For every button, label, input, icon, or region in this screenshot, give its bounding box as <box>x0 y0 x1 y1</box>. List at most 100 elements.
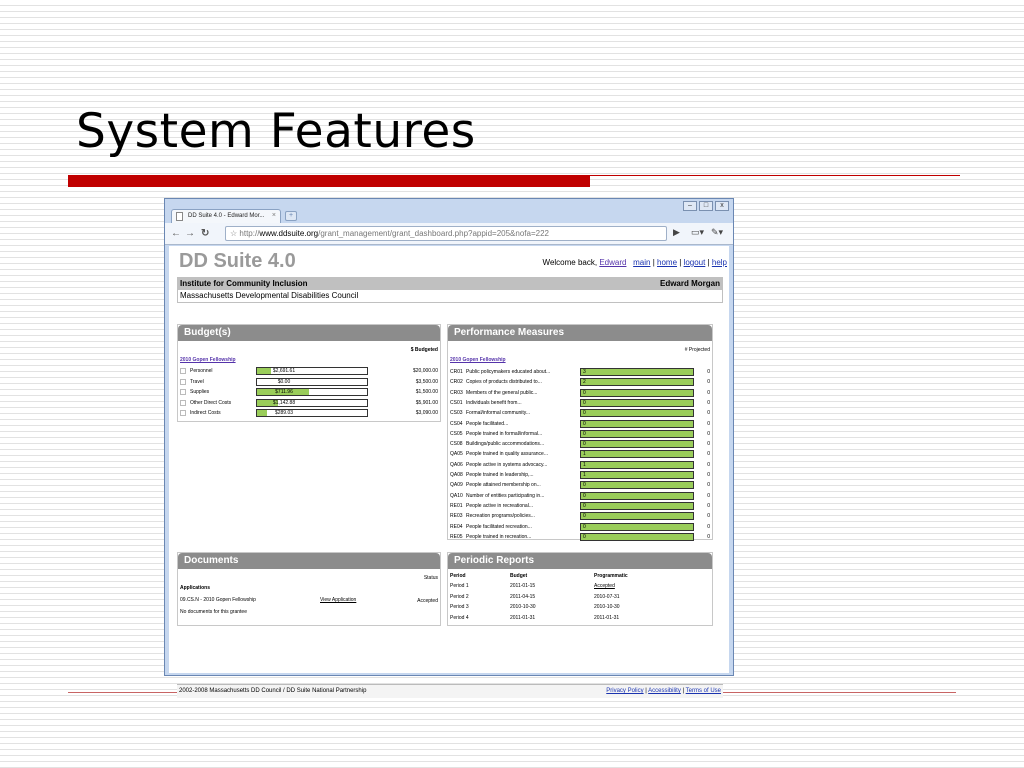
budget-panel: Budget(s) $ Budgeted 2010 Gopen Fellowsh… <box>177 324 441 422</box>
measure-projected: 0 <box>707 461 710 468</box>
measure-code: CR01 <box>450 369 463 375</box>
home-link[interactable]: home <box>657 258 677 267</box>
close-window-button[interactable]: x <box>715 201 729 211</box>
browser-tab[interactable]: DD Suite 4.0 - Edward Mor... × <box>171 209 281 223</box>
measure-projected: 0 <box>707 502 710 509</box>
measure-description: People trained in recreation... <box>466 533 532 540</box>
measure-projected: 0 <box>707 482 710 489</box>
measure-progress-fill <box>581 472 693 478</box>
performance-row: CS05 People trained in formal/informal...… <box>450 429 710 439</box>
budget-progress-bar: $0.00 <box>256 377 368 386</box>
user-link[interactable]: Edward <box>599 258 626 267</box>
row-checkbox[interactable] <box>180 389 186 395</box>
measure-code: CS05 <box>450 430 463 437</box>
measure-description: People facilitated... <box>466 420 509 427</box>
back-arrow-icon[interactable]: ← <box>171 227 181 241</box>
privacy-policy-link[interactable]: Privacy Policy <box>606 688 643 694</box>
performance-grant-link[interactable]: 2010 Gopen Fellowship <box>450 357 506 363</box>
row-checkbox[interactable] <box>180 399 186 406</box>
new-tab-button[interactable]: + <box>285 211 297 221</box>
budget-row: Personnel $2,691.61 $20,000.00 <box>180 367 438 376</box>
view-application-link[interactable]: View Application <box>320 597 356 603</box>
measure-progress-bar: 1 <box>580 450 694 459</box>
measure-code: CR03 <box>450 389 463 396</box>
measure-value: 1 <box>583 472 586 478</box>
measure-progress-bar: 0 <box>580 419 694 428</box>
measure-value: 0 <box>583 513 586 520</box>
measure-progress-bar: 0 <box>580 491 694 500</box>
report-period: Period 4 <box>450 614 469 621</box>
measure-description: Public policymakers educated about... <box>466 369 551 375</box>
measure-progress-fill <box>581 451 693 458</box>
measure-value: 0 <box>583 389 586 396</box>
budget-spent: $2,691.61 <box>272 368 296 374</box>
measure-progress-bar: 0 <box>580 512 694 521</box>
row-checkbox[interactable] <box>180 378 186 385</box>
measure-value: 1 <box>583 451 586 458</box>
star-icon[interactable]: ☆ <box>230 229 239 238</box>
measure-projected: 0 <box>707 472 710 478</box>
budget-amount: $5,901.00 <box>415 399 438 406</box>
measure-progress-fill <box>581 523 693 530</box>
forward-arrow-icon[interactable]: → <box>185 227 195 241</box>
performance-row: QA09 People attained membership on... 0 0 <box>450 480 710 490</box>
budget-spent: $1,142.88 <box>272 399 296 406</box>
minimize-button[interactable]: – <box>683 201 697 211</box>
measure-code: QA10 <box>450 492 463 499</box>
wrench-icon[interactable]: ✎▾ <box>711 227 723 238</box>
measure-progress-fill <box>581 461 693 468</box>
address-bar[interactable]: ☆ http://www.ddsuite.org/grant_managemen… <box>225 226 667 241</box>
report-accepted-link[interactable]: Accepted <box>594 583 615 589</box>
performance-row: QA05 People trained in quality assurance.… <box>450 449 710 459</box>
tab-title: DD Suite 4.0 - Edward Mor... <box>188 213 265 219</box>
report-budget-date: 2011-01-31 <box>510 614 536 621</box>
maximize-button[interactable]: □ <box>699 201 713 211</box>
measure-code: QA05 <box>450 451 463 458</box>
measure-projected: 0 <box>707 441 710 448</box>
measure-progress-fill <box>581 379 693 386</box>
documents-empty-text: No documents for this grantee <box>180 609 247 615</box>
budget-category: Travel <box>190 378 204 385</box>
reload-icon[interactable]: ↻ <box>201 227 209 241</box>
budget-column-label: $ Budgeted <box>410 347 438 353</box>
reports-header-programmatic: Programmatic <box>594 573 628 579</box>
main-link[interactable]: main <box>633 258 650 267</box>
measure-description: Formal/informal community... <box>466 410 531 417</box>
logout-link[interactable]: logout <box>684 258 706 267</box>
measure-progress-bar: 1 <box>580 471 694 479</box>
budget-progress-bar: $289.03 <box>256 409 368 417</box>
go-arrow-icon[interactable]: ▶ <box>673 227 680 238</box>
budget-progress-bar: $1,142.88 <box>256 398 368 407</box>
accessibility-link[interactable]: Accessibility <box>648 688 681 694</box>
measure-progress-bar: 0 <box>580 501 694 510</box>
performance-row: RE04 People facilitated recreation... 0 0 <box>450 522 710 532</box>
close-tab-icon[interactable]: × <box>272 212 276 219</box>
address-toolbar: ← → ↻ ☆ http://www.ddsuite.org/grant_man… <box>165 223 733 245</box>
row-checkbox[interactable] <box>180 410 186 416</box>
help-link[interactable]: help <box>712 258 727 267</box>
measure-progress-fill <box>581 430 693 437</box>
terms-of-use-link[interactable]: Terms of Use <box>686 688 721 694</box>
measure-progress-bar: 0 <box>580 409 694 418</box>
measure-projected: 0 <box>707 389 710 396</box>
measure-progress-bar: 0 <box>580 429 694 438</box>
welcome-bar: Welcome back, Edward main | home | logou… <box>542 258 727 267</box>
measure-value: 0 <box>583 523 586 530</box>
measure-description: People trained in leadership,... <box>466 472 534 478</box>
report-budget-date: 2011-04-15 <box>510 593 536 600</box>
budget-grant-link[interactable]: 2010 Gopen Fellowship <box>180 357 236 363</box>
measure-description: Copies of products distributed to... <box>466 379 542 386</box>
measure-projected: 0 <box>707 369 710 375</box>
performance-row: QA08 People trained in leadership,... 1 0 <box>450 470 710 480</box>
measure-value: 0 <box>583 441 586 448</box>
row-checkbox[interactable] <box>180 368 186 374</box>
measure-progress-fill <box>581 533 693 540</box>
measure-code: CS04 <box>450 420 463 427</box>
report-period: Period 1 <box>450 583 469 589</box>
measure-projected: 0 <box>707 379 710 386</box>
performance-row: CR02 Copies of products distributed to...… <box>450 377 710 387</box>
budget-row: Other Direct Costs $1,142.88 $5,901.00 <box>180 398 438 408</box>
page-menu-icon[interactable]: ▭▾ <box>691 227 704 238</box>
performance-row: CR03 Members of the general public... 0 0 <box>450 388 710 398</box>
reports-panel: Periodic Reports Period Budget Programma… <box>447 552 713 626</box>
